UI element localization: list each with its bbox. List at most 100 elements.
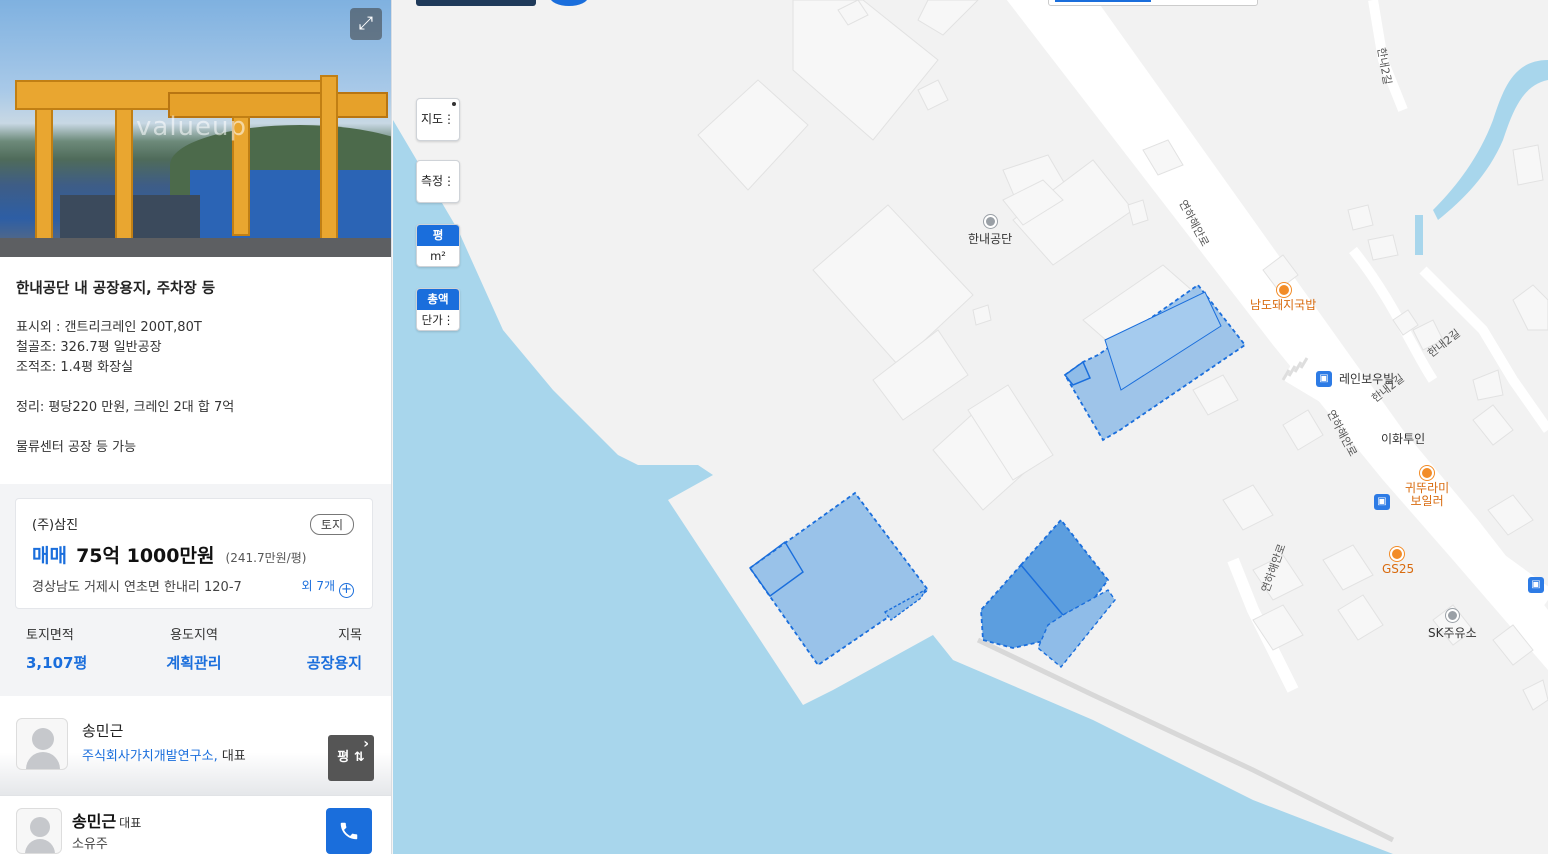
industrial-complex-icon[interactable]: [984, 215, 997, 228]
top-search-box[interactable]: [1048, 0, 1258, 6]
price-section: (주)삼진 토지 매매 75억 1000만원 (241.7만원/평) 경상남도 …: [0, 484, 391, 696]
boiler-shop-icon[interactable]: [1420, 466, 1434, 480]
address: 경상남도 거제시 연초면 한내리 120-7: [32, 580, 242, 595]
description-line: 철골조: 326.7평 일반공장: [16, 340, 162, 355]
listing-title: 한내공단 내 공장용지, 주차장 등: [16, 281, 216, 297]
stat-zoning: 용도지역 계획관리: [134, 624, 254, 673]
map-type-label: 지도: [420, 112, 444, 126]
description-line: [16, 418, 375, 438]
call-button[interactable]: [326, 808, 372, 854]
avatar-head: [30, 817, 50, 837]
phone-icon: [340, 822, 358, 840]
restaurant-icon[interactable]: [1277, 283, 1291, 297]
stat-land-category: 지목 공장용지: [242, 624, 362, 673]
measure-label: 측정: [420, 174, 444, 188]
bus-stop-icon[interactable]: ▣: [1528, 577, 1544, 593]
deal-type: 매매: [32, 545, 67, 567]
price-mode-toggle[interactable]: 총액 단가⋮: [416, 288, 460, 331]
photo-watermark: valueup: [136, 112, 247, 142]
map-label-ihwa-tooin[interactable]: 이화투인: [1381, 430, 1425, 447]
owner-label: 소유주: [72, 837, 108, 852]
expand-icon[interactable]: ⤢: [350, 8, 382, 40]
unit-price: (241.7만원/평): [225, 551, 307, 565]
map-label-hannae-gongdan[interactable]: 한내공단: [968, 230, 1012, 247]
photo-gantry-leg: [35, 108, 53, 243]
map-label-gs25[interactable]: GS25: [1382, 563, 1414, 576]
more-vertical-icon: ⋮: [442, 313, 455, 327]
road-segment: [1349, 246, 1438, 383]
stat-label: 용도지역: [170, 628, 218, 643]
area-unit-toggle[interactable]: 평 m²: [416, 224, 460, 267]
listing-description: 한내공단 내 공장용지, 주차장 등 표시외 : 갠트리크레인 200T,80T…: [0, 257, 391, 458]
photo-shed: [190, 170, 391, 245]
top-search-bar: [1055, 0, 1151, 2]
price-card[interactable]: (주)삼진 토지 매매 75억 1000만원 (241.7만원/평) 경상남도 …: [15, 498, 373, 609]
unit-toggle-label: 평: [337, 750, 350, 765]
map-label-gwitturami-line2: 보일러: [1410, 494, 1444, 508]
stat-value: 계획관리: [166, 654, 222, 672]
more-parcels-button[interactable]: 외 7개 +: [301, 577, 354, 598]
owner-name-text: 송민근: [72, 812, 117, 831]
more-vertical-icon: ⋮: [443, 174, 456, 188]
river: [1433, 60, 1548, 220]
unit-pyeong-option[interactable]: 평: [417, 225, 459, 246]
description-line: [16, 378, 375, 398]
contact-footer: 송민근 대표 소유주: [0, 795, 391, 854]
stat-value: 공장용지: [306, 654, 362, 672]
chevron-right-icon: ›: [363, 736, 369, 752]
map-type-button[interactable]: 지도⋮: [416, 98, 460, 141]
stat-land-area: 토지면적 3,107평: [26, 624, 146, 673]
agent-role: 대표: [221, 749, 246, 764]
avatar-body: [25, 839, 55, 853]
listing-panel: valueup ⤢ 한내공단 내 공장용지, 주차장 등 표시외 : 갠트리크레…: [0, 0, 392, 854]
map-canvas: [393, 0, 1548, 854]
stats-row: 토지면적 3,107평 용도지역 계획관리 지목 공장용지: [0, 624, 391, 684]
top-toolbar-button[interactable]: [416, 0, 536, 6]
description-line: 정리: 평당220 만원, 크레인 2대 합 7억: [16, 400, 235, 415]
price-row: 매매 75억 1000만원 (241.7만원/평): [32, 541, 306, 568]
gas-station-icon[interactable]: [1446, 609, 1459, 622]
avatar: [16, 718, 68, 770]
avatar-body: [26, 752, 60, 769]
stat-label: 토지면적: [26, 628, 74, 643]
owner-name: 송민근 대표: [72, 808, 141, 832]
property-type-badge: 토지: [309, 514, 354, 535]
parcel-2[interactable]: [748, 491, 930, 667]
owner-title: 대표: [119, 816, 142, 830]
photo-gantry-leg: [115, 108, 133, 243]
agent-name: 송민근: [82, 722, 124, 740]
bus-stop-icon[interactable]: ▣: [1374, 494, 1390, 510]
bus-stop-icon[interactable]: ▣: [1316, 371, 1332, 387]
avatar-head: [32, 728, 54, 750]
stat-value: 3,107평: [26, 654, 88, 672]
description-line: 물류센터 공장 등 가능: [16, 440, 137, 455]
price-total-option[interactable]: 총액: [417, 289, 459, 310]
description-line: 표시외 : 갠트리크레인 200T,80T: [16, 320, 202, 335]
price-unit-option[interactable]: 단가⋮: [417, 310, 459, 330]
stream: [1415, 215, 1423, 255]
measure-button[interactable]: 측정⋮: [416, 160, 460, 203]
more-vertical-icon: ⋮: [443, 112, 456, 126]
plus-icon: +: [339, 583, 354, 598]
unit-toggle-button[interactable]: 평 ⇅ ›: [328, 735, 374, 781]
map-label-namdo-pork[interactable]: 남도돼지국밥: [1250, 299, 1316, 312]
photo-ground: [0, 238, 391, 257]
map-label-gwitturami[interactable]: 귀뚜라미 보일러: [1405, 482, 1449, 508]
app-root: valueup ⤢ 한내공단 내 공장용지, 주차장 등 표시외 : 갠트리크레…: [0, 0, 1548, 854]
map-label-sk-gas[interactable]: SK주유소: [1428, 624, 1477, 641]
agent-org-name: 주식회사가치개발연구소: [82, 749, 214, 764]
unit-sqm-option[interactable]: m²: [417, 246, 459, 266]
price-amount: 75억 1000만원: [76, 545, 215, 567]
convenience-store-icon[interactable]: [1390, 547, 1404, 561]
price-unit-label: 단가: [421, 313, 443, 327]
agent-org: 주식회사가치개발연구소, 대표: [82, 749, 246, 764]
listing-photo[interactable]: valueup ⤢: [0, 0, 391, 257]
map-view[interactable]: 지도⋮ 측정⋮ 평 m² 총액 단가⋮ 한내공단 남도돼지국밥 ▣ 레인보우빌 …: [393, 0, 1548, 854]
description-line: 조적조: 1.4평 화장실: [16, 360, 134, 375]
company-name: (주)삼진: [32, 518, 79, 533]
stat-label: 지목: [338, 628, 362, 643]
avatar: [16, 808, 62, 854]
more-parcels-label: 외 7개: [301, 579, 335, 593]
photo-gantry-leg: [320, 75, 338, 240]
parcel-3[interactable]: [980, 518, 1116, 668]
